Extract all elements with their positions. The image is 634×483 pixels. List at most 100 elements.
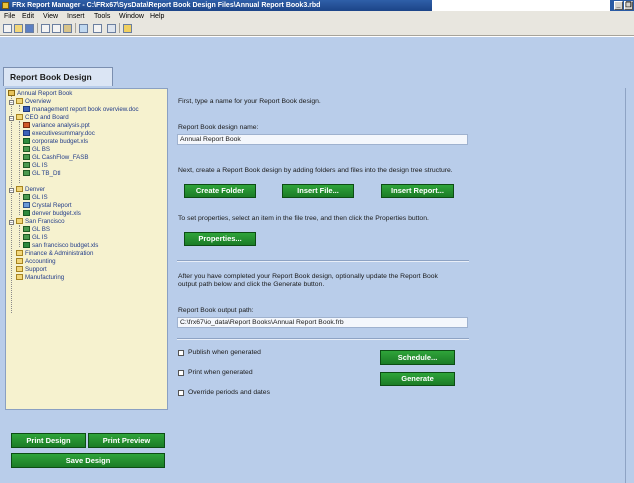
excel-icon: [23, 210, 30, 216]
toolbar-separator: [75, 23, 76, 33]
menu-window[interactable]: Window: [119, 11, 144, 22]
print-icon[interactable]: [107, 24, 116, 33]
generate-button[interactable]: Generate: [380, 372, 455, 386]
collapse-toggle[interactable]: −: [9, 100, 14, 106]
tree-item-label: Manufacturing: [25, 274, 65, 281]
print-design-button[interactable]: Print Design: [11, 433, 86, 448]
insert-report-button[interactable]: Insert Report...: [381, 184, 454, 198]
tree-item-label: San Francisco: [25, 218, 65, 225]
tree-item-label: Accounting: [25, 258, 56, 265]
grid-icon[interactable]: [93, 24, 102, 33]
tree-folder[interactable]: Denver: [16, 186, 45, 194]
catalog-icon[interactable]: [123, 24, 132, 33]
tree-guide-line: [19, 193, 20, 215]
tree-item[interactable]: GL IS: [23, 194, 48, 202]
report-icon: [23, 162, 30, 168]
output-path-field[interactable]: C:\frx67\io_data\Report Books\Annual Rep…: [177, 317, 468, 328]
name-label: Report Book design name:: [178, 124, 259, 131]
tree-folder[interactable]: Manufacturing: [16, 274, 64, 282]
create-folder-button[interactable]: Create Folder: [184, 184, 256, 198]
tree-item[interactable]: GL IS: [23, 162, 48, 170]
title-blank-area: [432, 0, 634, 11]
properties-button[interactable]: Properties...: [184, 232, 256, 246]
title-controls-area: _ ❐: [610, 0, 634, 11]
word-icon: [23, 106, 30, 112]
save-design-button[interactable]: Save Design: [11, 453, 165, 468]
tree-item-label: san francisco budget.xls: [32, 242, 99, 249]
tree-item-label: management report book overview.doc: [32, 106, 139, 113]
tree-item[interactable]: executivesummary.doc: [23, 130, 95, 138]
left-panel: Annual Report Book − Overview management…: [3, 88, 168, 480]
toolbar: [0, 22, 634, 36]
output-path-label: Report Book output path:: [178, 307, 254, 314]
minimize-button[interactable]: _: [614, 1, 623, 10]
tree-item[interactable]: GL BS: [23, 146, 50, 154]
tree-item-label: GL IS: [32, 162, 48, 169]
tree-guide-line: [19, 225, 20, 247]
tree-item[interactable]: Crystal Report: [23, 202, 72, 210]
report-icon: [23, 226, 30, 232]
override-checkbox[interactable]: [178, 390, 184, 396]
schedule-button[interactable]: Schedule...: [380, 350, 455, 365]
tree-folder[interactable]: Accounting: [16, 258, 56, 266]
tree-folder[interactable]: San Francisco: [16, 218, 65, 226]
print-checkbox[interactable]: [178, 370, 184, 376]
copy-icon[interactable]: [52, 24, 61, 33]
publish-checkbox[interactable]: [178, 350, 184, 356]
tree-item[interactable]: denver budget.xls: [23, 210, 81, 218]
insert-file-button[interactable]: Insert File...: [282, 184, 354, 198]
tree-folder[interactable]: Support: [16, 266, 47, 274]
excel-icon: [23, 138, 30, 144]
publish-label: Publish when generated: [188, 349, 261, 356]
tree-item-label: GL IS: [32, 234, 48, 241]
tree-item-label: GL CashFlow_FASB: [32, 154, 89, 161]
report-icon: [23, 194, 30, 200]
tree-item-label: Overview: [25, 98, 51, 105]
brush-icon[interactable]: [79, 24, 88, 33]
save-icon[interactable]: [25, 24, 34, 33]
cut-icon[interactable]: [41, 24, 50, 33]
menu-view[interactable]: View: [43, 11, 58, 22]
tree-item[interactable]: corporate budget.xls: [23, 138, 88, 146]
collapse-toggle[interactable]: −: [9, 220, 14, 226]
after-instructions-line1: After you have completed your Report Boo…: [178, 273, 438, 280]
tree-item-label: variance analysis.ppt: [32, 122, 90, 129]
print-preview-button[interactable]: Print Preview: [88, 433, 165, 448]
window-controls: _ ❐: [614, 1, 633, 10]
tree-item[interactable]: san francisco budget.xls: [23, 242, 98, 250]
tree-item[interactable]: GL CashFlow_FASB: [23, 154, 89, 162]
tree-item-label: denver budget.xls: [32, 210, 81, 217]
new-icon[interactable]: [3, 24, 12, 33]
tree-item[interactable]: GL BS: [23, 226, 50, 234]
tree-item[interactable]: variance analysis.ppt: [23, 122, 90, 130]
excel-icon: [23, 242, 30, 248]
menu-help[interactable]: Help: [150, 11, 164, 22]
folder-icon: [16, 274, 23, 280]
design-tree[interactable]: Annual Report Book − Overview management…: [5, 88, 168, 410]
menu-tools[interactable]: Tools: [94, 11, 110, 22]
menu-edit[interactable]: Edit: [22, 11, 34, 22]
book-icon: [8, 90, 15, 96]
open-icon[interactable]: [14, 24, 23, 33]
tree-item[interactable]: Annual Report Book: [8, 90, 72, 98]
tree-item[interactable]: management report book overview.doc: [23, 106, 139, 114]
tree-folder[interactable]: CEO and Board: [16, 114, 69, 122]
intro-text: First, type a name for your Report Book …: [178, 98, 321, 105]
tree-folder[interactable]: Finance & Administration: [16, 250, 93, 258]
paste-icon[interactable]: [63, 24, 72, 33]
menu-file[interactable]: File: [4, 11, 15, 22]
menu-insert[interactable]: Insert: [67, 11, 85, 22]
restore-button[interactable]: ❐: [624, 1, 633, 10]
tab-report-book-design[interactable]: Report Book Design: [3, 67, 113, 86]
collapse-toggle[interactable]: −: [9, 188, 14, 194]
tree-item-label: corporate budget.xls: [32, 138, 89, 145]
tree-item[interactable]: GL TB_Dtl: [23, 170, 61, 178]
tree-item-label: GL BS: [32, 146, 50, 153]
tree-item[interactable]: GL IS: [23, 234, 48, 242]
book-name-field[interactable]: Annual Report Book: [177, 134, 468, 145]
tree-folder[interactable]: Overview: [16, 98, 51, 106]
word-icon: [23, 130, 30, 136]
collapse-toggle[interactable]: −: [9, 116, 14, 122]
section-divider: [177, 260, 469, 262]
tree-guide-line: [11, 95, 12, 313]
